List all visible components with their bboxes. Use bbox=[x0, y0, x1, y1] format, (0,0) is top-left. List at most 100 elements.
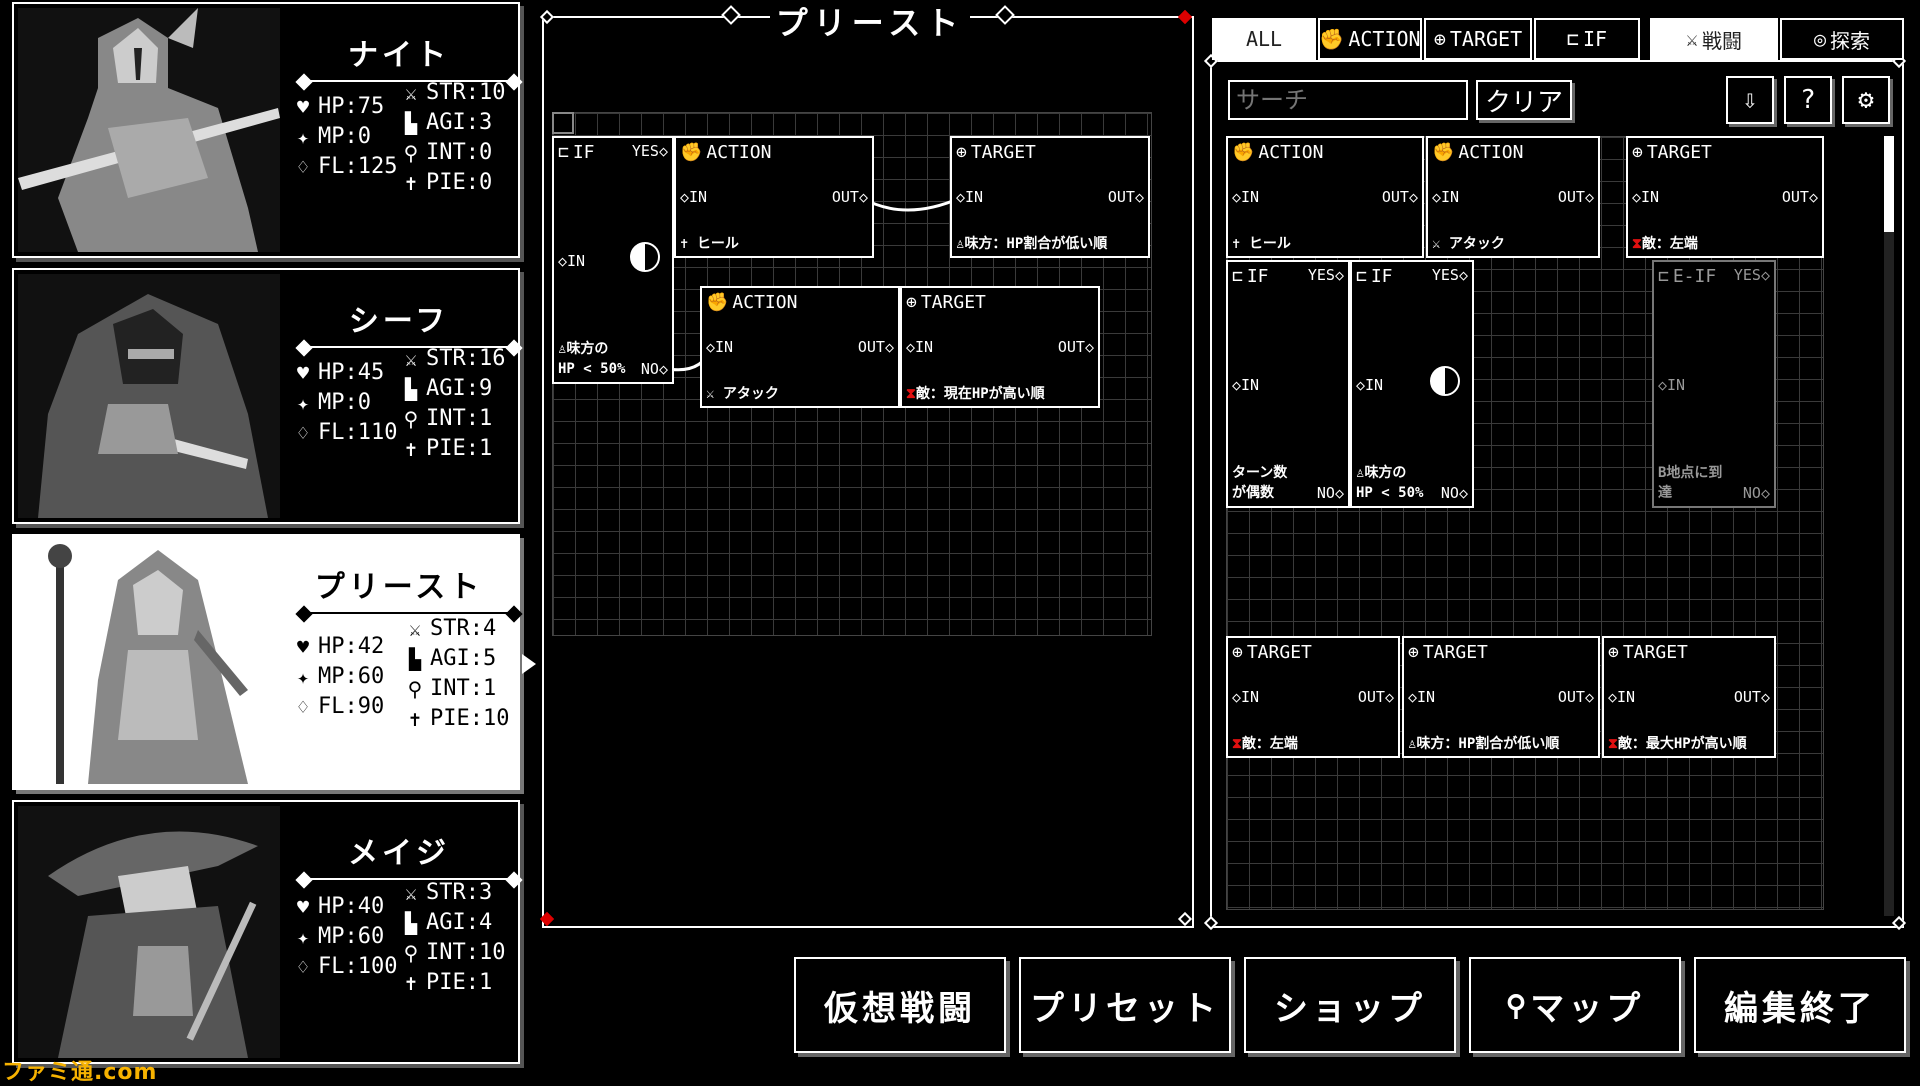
yes-port[interactable]: YES◇ bbox=[1308, 266, 1344, 284]
if-node[interactable]: ⊏ IF YES◇ ◇IN ♙味方の HP < 50% NO◇ bbox=[552, 136, 674, 384]
search-input[interactable] bbox=[1228, 80, 1468, 120]
compass-icon: ◎ bbox=[1813, 27, 1827, 51]
yes-port[interactable]: YES◇ bbox=[1432, 266, 1468, 284]
fist-icon: ✊ bbox=[1432, 142, 1455, 163]
scrollbar-thumb[interactable] bbox=[1884, 136, 1894, 232]
out-port[interactable]: OUT◇ bbox=[1382, 188, 1418, 206]
condition-label: ♙味方の HP < 50% bbox=[1356, 465, 1424, 501]
no-port[interactable]: NO◇ bbox=[641, 360, 668, 378]
crosshair-icon: ⊕ bbox=[1408, 642, 1419, 663]
out-port[interactable]: OUT◇ bbox=[1358, 688, 1394, 706]
action-node-attack[interactable]: ✊ ACTION ◇IN OUT◇ ⚔ アタック bbox=[700, 286, 900, 408]
crosshair-icon: ⊕ bbox=[906, 292, 917, 313]
shop-button[interactable]: ショップ bbox=[1244, 957, 1456, 1053]
node-header: ⊕ TARGET bbox=[1608, 642, 1688, 663]
map-pin-icon: ⚲ bbox=[1505, 988, 1531, 1022]
palette-action-attack[interactable]: ✊ ACTION ◇IN OUT◇ ⚔ アタック bbox=[1426, 136, 1600, 258]
out-port[interactable]: OUT◇ bbox=[1058, 338, 1094, 356]
if-icon: ⊏ bbox=[1232, 266, 1243, 287]
target-node-enemy-hp[interactable]: ⊕ TARGET ◇IN OUT◇ ⧗敵：現在HPが高い順 bbox=[900, 286, 1100, 408]
palette-target-left[interactable]: ⊕ TARGET ◇IN OUT◇ ⧗敵：左端 bbox=[1626, 136, 1824, 258]
tab-target[interactable]: ⊕ TARGET bbox=[1424, 18, 1532, 60]
no-port[interactable]: NO◇ bbox=[1441, 484, 1468, 502]
condition-label: ターン数 が偶数 bbox=[1232, 465, 1288, 501]
fist-icon: ✊ bbox=[1319, 27, 1345, 51]
out-port[interactable]: OUT◇ bbox=[1782, 188, 1818, 206]
crossed-swords-icon: ⚔ bbox=[1685, 27, 1699, 51]
settings-button[interactable]: ⚙ bbox=[1842, 76, 1890, 124]
palette-if-hp[interactable]: ⊏ IF YES◇ ◇IN ♙味方の HP < 50% NO◇ bbox=[1350, 260, 1474, 508]
node-header: ⊕ TARGET bbox=[1408, 642, 1488, 663]
node-caption: ⧗敵：最大HPが高い順 bbox=[1608, 736, 1747, 752]
out-port[interactable]: OUT◇ bbox=[1558, 688, 1594, 706]
out-port[interactable]: OUT◇ bbox=[1108, 188, 1144, 206]
node-header: ✊ ACTION bbox=[1432, 142, 1524, 163]
in-port[interactable]: ◇IN bbox=[1232, 376, 1259, 394]
node-caption: ⧗敵：左端 bbox=[1232, 736, 1298, 752]
out-port[interactable]: OUT◇ bbox=[832, 188, 868, 206]
half-moon-icon bbox=[1430, 366, 1460, 396]
no-port: NO◇ bbox=[1742, 484, 1770, 502]
if-icon: ⊏ bbox=[1356, 266, 1367, 287]
action-node-heal[interactable]: ✊ ACTION ◇IN OUT◇ ✝ ヒール bbox=[674, 136, 874, 258]
palette-scrollbar[interactable] bbox=[1884, 136, 1894, 916]
half-moon-icon bbox=[630, 242, 660, 272]
if-icon: ⊏ bbox=[1566, 27, 1579, 51]
in-port[interactable]: ◇IN bbox=[1232, 188, 1259, 206]
out-port[interactable]: OUT◇ bbox=[1558, 188, 1594, 206]
crosshair-icon: ⊕ bbox=[1232, 642, 1243, 663]
node-header: ✊ ACTION bbox=[1232, 142, 1324, 163]
cross-icon: ✝ bbox=[1232, 236, 1241, 252]
tab-action[interactable]: ✊ ACTION bbox=[1318, 18, 1422, 60]
out-port[interactable]: OUT◇ bbox=[858, 338, 894, 356]
preset-button[interactable]: プリセット bbox=[1019, 957, 1231, 1053]
node-caption: ✝ ヒール bbox=[680, 236, 739, 252]
palette-target-ally-hp[interactable]: ⊕ TARGET ◇IN OUT◇ ♙味方：HP割合が低い順 bbox=[1402, 636, 1600, 758]
target-node-ally-hp[interactable]: ⊕ TARGET ◇IN OUT◇ ♙味方：HP割合が低い順 bbox=[950, 136, 1150, 258]
enemy-icon: ⧗ bbox=[1232, 736, 1242, 752]
crosshair-icon: ⊕ bbox=[1608, 642, 1619, 663]
in-port[interactable]: ◇IN bbox=[1232, 688, 1259, 706]
in-port[interactable]: ◇IN bbox=[1608, 688, 1635, 706]
cross-icon: ✝ bbox=[680, 236, 689, 252]
in-port[interactable]: ◇IN bbox=[906, 338, 933, 356]
yes-port[interactable]: YES◇ bbox=[632, 142, 668, 160]
enemy-icon: ⧗ bbox=[906, 386, 916, 402]
palette-target-maxhp[interactable]: ⊕ TARGET ◇IN OUT◇ ⧗敵：最大HPが高い順 bbox=[1602, 636, 1776, 758]
palette-target-left-2[interactable]: ⊕ TARGET ◇IN OUT◇ ⧗敵：左端 bbox=[1226, 636, 1400, 758]
in-port[interactable]: ◇IN bbox=[680, 188, 707, 206]
out-port[interactable]: OUT◇ bbox=[1734, 688, 1770, 706]
clear-button[interactable]: クリア bbox=[1476, 80, 1572, 120]
if-icon: ⊏ bbox=[558, 142, 569, 163]
no-port[interactable]: NO◇ bbox=[1317, 484, 1344, 502]
tab-explore[interactable]: ◎ 探索 bbox=[1780, 18, 1904, 60]
map-button[interactable]: ⚲ マップ bbox=[1469, 957, 1681, 1053]
palette-action-heal[interactable]: ✊ ACTION ◇IN OUT◇ ✝ ヒール bbox=[1226, 136, 1424, 258]
condition-label: ♙味方の HP < 50% bbox=[558, 341, 626, 377]
tab-battle[interactable]: ⚔ 戦闘 bbox=[1650, 18, 1778, 60]
in-port[interactable]: ◇IN bbox=[1432, 188, 1459, 206]
condition-label: B地点に到達 bbox=[1658, 465, 1723, 501]
sort-button[interactable]: ⇩ bbox=[1726, 76, 1774, 124]
virtual-battle-button[interactable]: 仮想戦闘 bbox=[794, 957, 1006, 1053]
in-port[interactable]: ◇IN bbox=[558, 252, 585, 270]
help-button[interactable]: ? bbox=[1784, 76, 1832, 124]
in-port[interactable]: ◇IN bbox=[706, 338, 733, 356]
node-header: ⊏ IF bbox=[558, 142, 595, 163]
watermark: ファミ通.com bbox=[2, 1060, 158, 1085]
in-port[interactable]: ◇IN bbox=[1356, 376, 1383, 394]
gear-icon: ⚙ bbox=[1858, 85, 1874, 115]
node-caption: ⧗敵：現在HPが高い順 bbox=[906, 386, 1045, 402]
node-header: ⊏ IF bbox=[1356, 266, 1393, 287]
in-port[interactable]: ◇IN bbox=[1632, 188, 1659, 206]
sword-icon: ⚔ bbox=[1432, 236, 1441, 252]
tab-all[interactable]: ALL bbox=[1212, 18, 1316, 60]
in-port[interactable]: ◇IN bbox=[956, 188, 983, 206]
palette-if-turn[interactable]: ⊏ IF YES◇ ◇IN ターン数 が偶数 NO◇ bbox=[1226, 260, 1350, 508]
yes-port: YES◇ bbox=[1733, 266, 1770, 284]
palette-eif-disabled: ⊏ E-IF YES◇ ◇IN B地点に到達 NO◇ bbox=[1652, 260, 1776, 508]
finish-edit-button[interactable]: 編集終了 bbox=[1694, 957, 1906, 1053]
crosshair-icon: ⊕ bbox=[956, 142, 967, 163]
in-port[interactable]: ◇IN bbox=[1408, 688, 1435, 706]
tab-if[interactable]: ⊏ IF bbox=[1534, 18, 1640, 60]
